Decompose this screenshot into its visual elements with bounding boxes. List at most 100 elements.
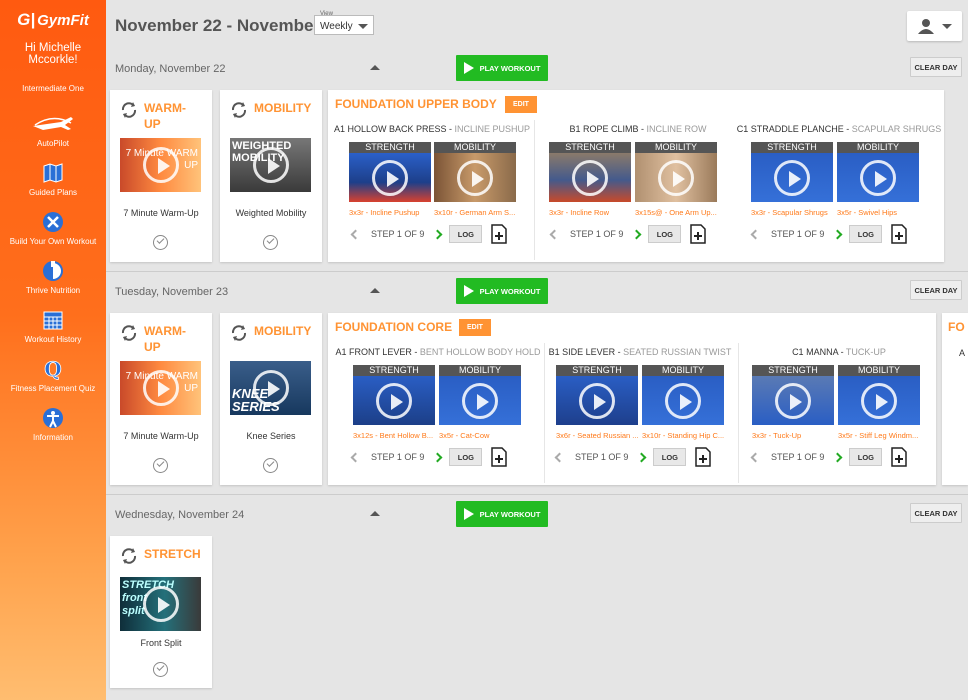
mobility-caption[interactable]: 3x15s@ - One Arm Up...: [635, 208, 717, 217]
card-title: WARM-UP: [144, 101, 186, 131]
chevron-right-icon[interactable]: [636, 452, 647, 462]
chevron-right-icon[interactable]: [832, 229, 843, 239]
log-button[interactable]: LOG: [449, 225, 483, 243]
warmup-card[interactable]: WARM-UP 7 Minute WARM UP 7 Minute Warm-U…: [110, 90, 212, 262]
day-header: Tuesday, November 23 PLAY WORKOUT CLEAR …: [106, 273, 968, 307]
gymfit-logo[interactable]: G| GymFit: [0, 8, 106, 32]
mobility-video[interactable]: MOBILITY: [635, 142, 717, 204]
add-document-icon[interactable]: [491, 224, 508, 244]
chevron-left-icon[interactable]: [549, 229, 560, 239]
clear-day-button[interactable]: CLEAR DAY: [910, 503, 962, 523]
nav-build-workout[interactable]: Build Your Own Workout: [0, 211, 106, 246]
add-document-icon[interactable]: [891, 447, 908, 467]
exercise-block: B1 SIDE LEVER - SEATED RUSSIAN TWIST STR…: [548, 347, 732, 479]
collapse-arrow-icon[interactable]: [370, 511, 380, 516]
nav-information[interactable]: Information: [0, 407, 106, 442]
video-thumbnail[interactable]: 7 Minute WARM UP: [120, 138, 201, 192]
play-workout-button[interactable]: PLAY WORKOUT: [456, 55, 548, 81]
check-circle-icon[interactable]: [153, 235, 168, 250]
user-menu-button[interactable]: [907, 11, 962, 41]
strength-video[interactable]: STRENGTH: [549, 142, 631, 204]
mobility-caption[interactable]: 3x10r - Standing Hip C...: [642, 431, 724, 440]
video-thumbnail[interactable]: WEIGHTED MOBILITY: [230, 138, 311, 192]
mobility-video[interactable]: MOBILITY: [439, 365, 521, 427]
nav-thrive-nutrition[interactable]: Thrive Nutrition: [0, 260, 106, 295]
mobility-card[interactable]: MOBILITY WEIGHTED MOBILITY Weighted Mobi…: [220, 90, 322, 262]
play-icon: [376, 382, 412, 419]
collapse-arrow-icon[interactable]: [370, 288, 380, 293]
chevron-left-icon[interactable]: [750, 229, 761, 239]
play-icon: [775, 382, 811, 419]
stretch-card[interactable]: STRETCH STRETCH front split Front Split: [110, 536, 212, 688]
play-workout-button[interactable]: PLAY WORKOUT: [456, 501, 548, 527]
clear-day-button[interactable]: CLEAR DAY: [910, 57, 962, 77]
play-workout-button[interactable]: PLAY WORKOUT: [456, 278, 548, 304]
strength-video[interactable]: STRENGTH: [752, 365, 834, 427]
calendar-icon: [43, 311, 63, 330]
cycle-icon: [231, 325, 247, 341]
mobility-video[interactable]: MOBILITY: [434, 142, 516, 204]
user-icon: [917, 19, 934, 34]
exercise-block: C1 STRADDLE PLANCHE - SCAPULAR SHRUGS ST…: [732, 124, 946, 256]
chevron-right-icon[interactable]: [432, 229, 443, 239]
chevron-left-icon[interactable]: [350, 452, 361, 462]
log-button[interactable]: LOG: [849, 448, 883, 466]
strength-caption[interactable]: 3x3r - Incline Row: [549, 208, 631, 217]
add-document-icon[interactable]: [690, 224, 707, 244]
video-thumbnail[interactable]: 7 Minute WARM UP: [120, 361, 201, 415]
mobility-caption[interactable]: 3x5r - Swivel Hips: [837, 208, 919, 217]
play-icon: [860, 159, 896, 196]
workout-card: FOUNDATION UPPER BODY EDIT A1 HOLLOW BAC…: [328, 90, 944, 262]
warmup-card[interactable]: WARM-UP 7 Minute WARM UP 7 Minute Warm-U…: [110, 313, 212, 485]
nav-workout-history[interactable]: Workout History: [0, 309, 106, 344]
chevron-left-icon[interactable]: [554, 452, 565, 462]
log-button[interactable]: LOG: [849, 225, 883, 243]
check-circle-icon[interactable]: [263, 235, 278, 250]
chevron-right-icon[interactable]: [432, 452, 443, 462]
strength-video[interactable]: STRENGTH: [349, 142, 431, 204]
card-name: 7 Minute Warm-Up: [123, 431, 199, 441]
check-circle-icon[interactable]: [263, 458, 278, 473]
nav-fitness-quiz[interactable]: Q Fitness Placement Quiz: [0, 358, 106, 393]
add-document-icon[interactable]: [695, 447, 712, 467]
check-circle-icon[interactable]: [153, 662, 168, 677]
strength-caption[interactable]: 3x3r - Scapular Shrugs: [751, 208, 833, 217]
strength-caption[interactable]: 3x6r - Seated Russian ...: [556, 431, 638, 440]
edit-button[interactable]: EDIT: [505, 96, 537, 113]
nav-guided-plans[interactable]: Guided Plans: [0, 162, 106, 197]
mobility-caption[interactable]: 3x5r - Stiff Leg Windm...: [838, 431, 920, 440]
play-icon: [372, 159, 408, 196]
clear-day-button[interactable]: CLEAR DAY: [910, 280, 962, 300]
chevron-right-icon[interactable]: [631, 229, 642, 239]
chevron-left-icon[interactable]: [350, 229, 361, 239]
edit-button[interactable]: EDIT: [459, 319, 491, 336]
video-thumbnail[interactable]: STRETCH front split: [120, 577, 201, 631]
exercise-block: B1 ROPE CLIMB - INCLINE ROW STRENGTH MOB…: [538, 124, 738, 256]
mobility-video[interactable]: MOBILITY: [838, 365, 920, 427]
add-document-icon[interactable]: [491, 447, 508, 467]
nutrition-icon: [43, 261, 63, 281]
chevron-down-icon: [941, 23, 952, 29]
log-button[interactable]: LOG: [653, 448, 687, 466]
chevron-left-icon[interactable]: [750, 452, 761, 462]
collapse-arrow-icon[interactable]: [370, 65, 380, 70]
add-document-icon[interactable]: [891, 224, 908, 244]
mobility-video[interactable]: MOBILITY: [837, 142, 919, 204]
strength-video[interactable]: STRENGTH: [353, 365, 435, 427]
log-button[interactable]: LOG: [648, 225, 682, 243]
view-select[interactable]: Weekly: [314, 15, 374, 35]
mobility-card[interactable]: MOBILITY KNEE SERIES Knee Series: [220, 313, 322, 485]
strength-video[interactable]: STRENGTH: [556, 365, 638, 427]
nav-autopilot[interactable]: AutoPilot: [0, 113, 106, 148]
strength-video[interactable]: STRENGTH: [751, 142, 833, 204]
mobility-caption[interactable]: 3x5r - Cat-Cow: [439, 431, 521, 440]
strength-caption[interactable]: 3x3r - Tuck-Up: [752, 431, 834, 440]
mobility-video[interactable]: MOBILITY: [642, 365, 724, 427]
mobility-caption[interactable]: 3x10r - German Arm S...: [434, 208, 516, 217]
check-circle-icon[interactable]: [153, 458, 168, 473]
chevron-right-icon[interactable]: [832, 452, 843, 462]
log-button[interactable]: LOG: [449, 448, 483, 466]
strength-caption[interactable]: 3x3r - Incline Pushup: [349, 208, 431, 217]
video-thumbnail[interactable]: KNEE SERIES: [230, 361, 311, 415]
strength-caption[interactable]: 3x12s - Bent Hollow B...: [353, 431, 435, 440]
